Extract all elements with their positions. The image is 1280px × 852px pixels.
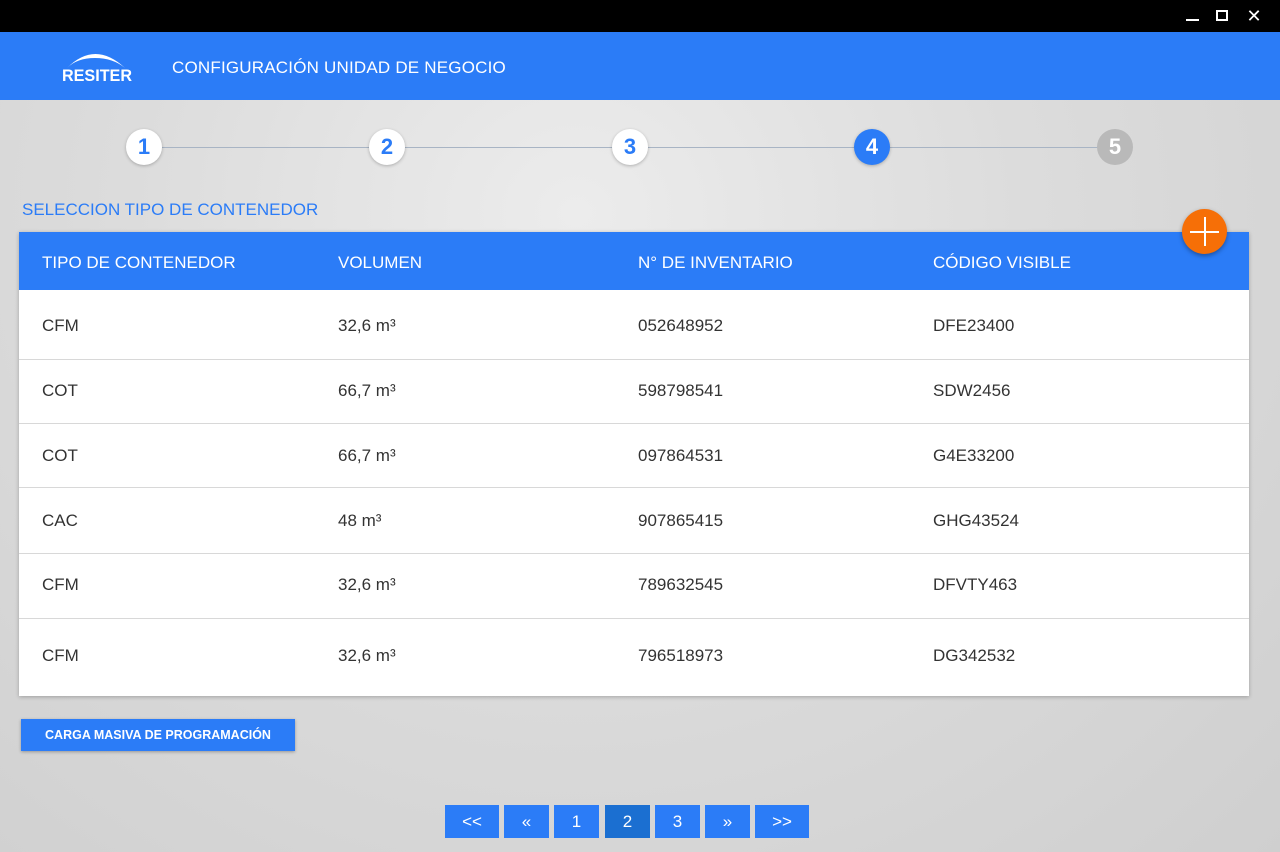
cell-volume: 32,6 m³ (338, 316, 396, 335)
column-header-inventory: N° DE INVENTARIO (638, 253, 793, 272)
cell-type: CFM (42, 575, 79, 594)
first-page-button[interactable]: << (445, 805, 499, 838)
cell-inventory: 097864531 (638, 446, 724, 465)
resiter-logo: RESITER (57, 42, 137, 90)
cell-volume: 66,7 m³ (338, 446, 396, 465)
logo-text: RESITER (61, 66, 133, 85)
cell-volume: 48 m³ (338, 511, 382, 530)
step-connector (405, 147, 613, 148)
bulk-upload-button[interactable]: CARGA MASIVA DE PROGRAMACIÓN (21, 719, 295, 751)
step-connector (890, 147, 1098, 148)
step-2[interactable]: 2 (369, 129, 405, 165)
cell-type: CFM (42, 646, 79, 665)
cell-code: DFVTY463 (933, 575, 1018, 594)
column-header-volume: VOLUMEN (338, 253, 423, 272)
table-row[interactable]: COT 66,7 m³ 598798541 SDW2456 (19, 360, 1249, 424)
page-button-3[interactable]: 3 (655, 805, 700, 838)
cell-volume: 32,6 m³ (338, 575, 396, 594)
wizard-stepper: 1 2 3 4 5 (0, 128, 1280, 168)
prev-page-button[interactable]: « (504, 805, 549, 838)
pagination: << « 1 2 3 » >> (0, 805, 1280, 839)
cell-volume: 32,6 m³ (338, 646, 396, 665)
cell-code: SDW2456 (933, 381, 1011, 400)
cell-type: CFM (42, 316, 79, 335)
step-4[interactable]: 4 (854, 129, 890, 165)
column-header-code: CÓDIGO VISIBLE (933, 253, 1071, 272)
table-row[interactable]: CAC 48 m³ 907865415 GHG43524 (19, 488, 1249, 554)
column-header-type: TIPO DE CONTENEDOR (42, 253, 236, 272)
window-titlebar: ✕ (0, 0, 1280, 32)
cell-inventory: 907865415 (638, 511, 724, 530)
cell-inventory: 789632545 (638, 575, 724, 594)
cell-code: DG342532 (933, 646, 1016, 665)
cell-type: COT (42, 446, 78, 465)
table-row[interactable]: COT 66,7 m³ 097864531 G4E33200 (19, 424, 1249, 488)
cell-type: CAC (42, 511, 78, 530)
step-5[interactable]: 5 (1097, 129, 1133, 165)
section-title: SELECCION TIPO DE CONTENEDOR (22, 200, 319, 219)
cell-type: COT (42, 381, 78, 400)
close-icon[interactable]: ✕ (1243, 6, 1265, 26)
page-button-2[interactable]: 2 (605, 805, 650, 838)
page-title: CONFIGURACIÓN UNIDAD DE NEGOCIO (172, 58, 506, 77)
add-container-button[interactable] (1182, 209, 1227, 254)
table-row[interactable]: CFM 32,6 m³ 789632545 DFVTY463 (19, 554, 1249, 619)
maximize-icon[interactable] (1211, 6, 1233, 26)
cell-inventory: 052648952 (638, 316, 724, 335)
step-connector (162, 147, 370, 148)
table-row[interactable]: CFM 32,6 m³ 796518973 DG342532 (19, 619, 1249, 696)
cell-code: DFE23400 (933, 316, 1015, 335)
step-3[interactable]: 3 (612, 129, 648, 165)
cell-inventory: 796518973 (638, 646, 724, 665)
cell-volume: 66,7 m³ (338, 381, 396, 400)
cell-inventory: 598798541 (638, 381, 724, 400)
cell-code: GHG43524 (933, 511, 1019, 530)
next-page-button[interactable]: » (705, 805, 750, 838)
minimize-icon[interactable] (1181, 6, 1203, 26)
last-page-button[interactable]: >> (755, 805, 809, 838)
app-header: RESITER CONFIGURACIÓN UNIDAD DE NEGOCIO (0, 32, 1280, 100)
step-connector (648, 147, 855, 148)
cell-code: G4E33200 (933, 446, 1015, 465)
table-header: TIPO DE CONTENEDOR VOLUMEN N° DE INVENTA… (19, 232, 1249, 290)
page-button-1[interactable]: 1 (554, 805, 599, 838)
table-row[interactable]: CFM 32,6 m³ 052648952 DFE23400 (19, 290, 1249, 360)
step-1[interactable]: 1 (126, 129, 162, 165)
container-table: TIPO DE CONTENEDOR VOLUMEN N° DE INVENTA… (19, 232, 1249, 696)
